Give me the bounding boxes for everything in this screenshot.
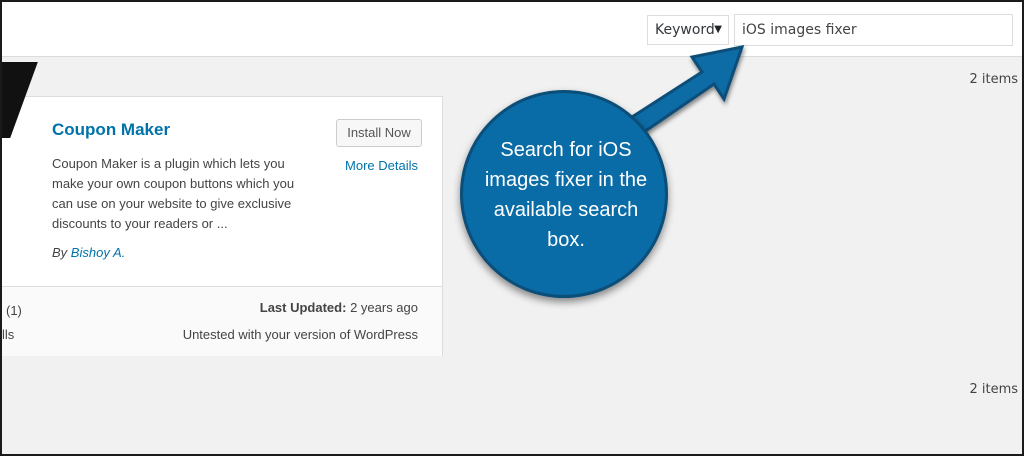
callout-text: Search for iOS images fixer in the avail… [484,139,648,251]
screenshot-frame: Keyword ▼ iOS images fixer 2 items Coupo… [0,0,1024,456]
